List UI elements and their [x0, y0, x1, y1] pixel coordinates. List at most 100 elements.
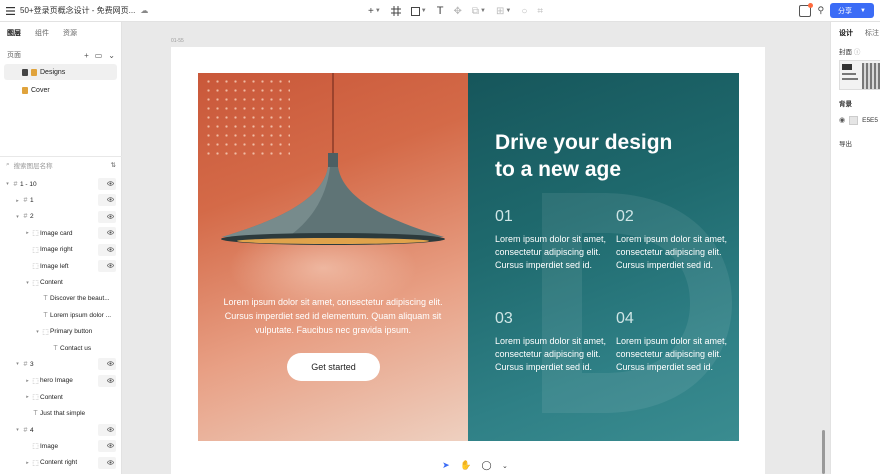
tab-annotate[interactable]: 标注	[865, 28, 879, 40]
folder-icon[interactable]: ▭	[95, 51, 103, 60]
layer-row[interactable]: T Discover the beaut...	[0, 291, 122, 307]
layers-panel: 图层 组件 资源 页面 + ▭ ⌄ Designs Cover ⌕ 搜索图层名称…	[0, 22, 122, 474]
eye-icon[interactable]	[107, 262, 114, 269]
eye-icon[interactable]	[107, 377, 114, 384]
layer-row[interactable]: ▾ #3	[0, 356, 122, 372]
canvas-scrollbar[interactable]	[822, 430, 825, 474]
background-hex[interactable]: E5E5	[862, 117, 878, 124]
eye-icon[interactable]	[107, 196, 114, 203]
frame-label[interactable]: 01-55	[171, 38, 184, 44]
add-page-icon[interactable]: +	[84, 51, 89, 60]
cover-thumbnail[interactable]	[839, 60, 880, 90]
caret-down-icon[interactable]: ▾	[4, 181, 11, 187]
comment-icon[interactable]: ◯	[482, 460, 492, 471]
get-started-button[interactable]: Get started	[287, 353, 380, 381]
eye-icon[interactable]	[107, 180, 114, 187]
chevron-down-icon[interactable]: ⌄	[108, 51, 115, 60]
layer-row[interactable]: T Contact us	[0, 340, 122, 356]
canvas[interactable]: 01-55 Lorem ipsum dolor sit amet, consec…	[122, 22, 830, 474]
layer-row[interactable]: ▸ ⬚ Content	[0, 389, 122, 405]
feature-item-01: 01 Lorem ipsum dolor sit amet, consectet…	[495, 207, 607, 272]
crop-tool[interactable]: ⌗	[537, 6, 543, 17]
frame-tool[interactable]	[390, 6, 401, 16]
layer-row[interactable]: ▾ #1 - 10	[0, 176, 122, 192]
eye-icon[interactable]	[107, 213, 114, 220]
layer-row[interactable]: ▾ ⬚ Primary button	[0, 324, 122, 340]
eye-icon[interactable]	[107, 246, 114, 253]
eye-icon[interactable]	[107, 426, 114, 433]
filter-icon[interactable]: ⇅	[111, 161, 116, 169]
eye-icon[interactable]	[107, 229, 114, 236]
mask-tool[interactable]: ⊞ ▼	[496, 6, 511, 17]
layer-row[interactable]: T Lorem ipsum dolor ...	[0, 307, 122, 323]
chevron-down-icon: ▼	[420, 8, 427, 14]
boolean-tool[interactable]: ⧉ ▼	[472, 6, 486, 17]
add-tool[interactable]: + ▼	[368, 6, 381, 17]
circle-tool[interactable]: ○	[521, 6, 527, 17]
eye-icon[interactable]	[107, 459, 114, 466]
tab-design[interactable]: 设计	[839, 28, 853, 40]
eye-icon[interactable]	[107, 442, 114, 449]
hero-image-left[interactable]: Lorem ipsum dolor sit amet, consectetur …	[198, 73, 468, 441]
caret-down-icon[interactable]: ▾	[14, 214, 21, 220]
share-button[interactable]: 分享 ▼	[830, 3, 874, 18]
layer-row[interactable]: ⬚ Image	[0, 438, 122, 454]
eye-icon[interactable]: ◉	[839, 116, 845, 124]
caret-right-icon[interactable]: ▸	[24, 378, 31, 384]
layer-row[interactable]: ⬚ Image right	[0, 242, 122, 258]
layer-row[interactable]: T Just that simple	[0, 405, 122, 421]
layer-name: Image right	[40, 246, 73, 254]
hero-content-right[interactable]: Drive your design to a new age 01 Lorem …	[468, 73, 739, 441]
page-label: Designs	[40, 68, 66, 76]
tab-layers[interactable]: 图层	[7, 28, 21, 40]
export-label[interactable]: 导出	[831, 138, 880, 148]
hand-icon[interactable]: ✋	[460, 460, 471, 471]
caret-down-icon[interactable]: ▾	[14, 427, 21, 433]
layer-name: 2	[30, 213, 34, 221]
layer-row[interactable]: ▸ ⬚ hero Image	[0, 373, 122, 389]
layer-row[interactable]: ▸ ⬚ Image card	[0, 225, 122, 241]
layer-row[interactable]: ▸ ⬚ Content right	[0, 455, 122, 471]
eye-icon[interactable]	[107, 360, 114, 367]
pointer-icon[interactable]: ➤	[442, 460, 450, 471]
artboard[interactable]: Lorem ipsum dolor sit amet, consectetur …	[171, 47, 765, 474]
headline-line-1: Drive your design	[495, 131, 673, 154]
text-tool[interactable]: T	[437, 5, 444, 17]
caret-down-icon[interactable]: ▾	[14, 361, 21, 367]
menu-icon[interactable]	[0, 6, 20, 15]
tab-assets[interactable]: 资源	[63, 28, 77, 40]
background-row[interactable]: ◉ E5E5	[831, 112, 880, 128]
layer-name: Content	[40, 393, 63, 401]
layer-row[interactable]: ▾ ⬚ Content	[0, 274, 122, 290]
layer-row[interactable]: ▾ #2	[0, 209, 122, 225]
tab-components[interactable]: 组件	[35, 28, 49, 40]
caret-right-icon[interactable]: ▸	[24, 460, 31, 466]
page-item-cover[interactable]: Cover	[4, 82, 117, 98]
feature-text: Lorem ipsum dolor sit amet, consectetur …	[616, 234, 728, 270]
layer-row[interactable]: ⬚ Image left	[0, 258, 122, 274]
background-swatch[interactable]	[849, 115, 859, 125]
pages-header: 页面 + ▭ ⌄	[0, 40, 121, 62]
location-icon[interactable]: ⚲	[817, 5, 824, 16]
chevron-down-icon[interactable]: ⌄	[502, 462, 508, 470]
layer-row[interactable]: ▾ #4	[0, 422, 122, 438]
page-label: Cover	[31, 86, 50, 94]
caret-down-icon[interactable]: ▾	[34, 329, 41, 335]
shape-tool[interactable]: ▼	[410, 6, 427, 16]
layer-row[interactable]: ▸ #1	[0, 192, 122, 208]
page-item-designs[interactable]: Designs	[4, 64, 117, 80]
caret-down-icon[interactable]: ▾	[24, 280, 31, 286]
caret-right-icon[interactable]: ▸	[24, 230, 31, 236]
frame-icon: #	[23, 426, 28, 434]
notification-icon[interactable]	[799, 2, 814, 17]
feature-text: Lorem ipsum dolor sit amet, consectetur …	[495, 336, 607, 372]
feature-text: Lorem ipsum dolor sit amet, consectetur …	[495, 234, 607, 270]
layer-search[interactable]: ⌕ 搜索图层名称 ⇅	[0, 156, 122, 172]
hero-section[interactable]: Lorem ipsum dolor sit amet, consectetur …	[198, 73, 739, 441]
layer-name: 1	[30, 197, 34, 205]
document-title[interactable]: 50+登录页概念设计 - 免费网页...	[20, 5, 135, 16]
caret-right-icon[interactable]: ▸	[24, 394, 31, 400]
component-tool[interactable]: ✥	[453, 6, 461, 17]
search-input[interactable]: 搜索图层名称	[14, 160, 53, 170]
caret-right-icon[interactable]: ▸	[14, 198, 21, 204]
